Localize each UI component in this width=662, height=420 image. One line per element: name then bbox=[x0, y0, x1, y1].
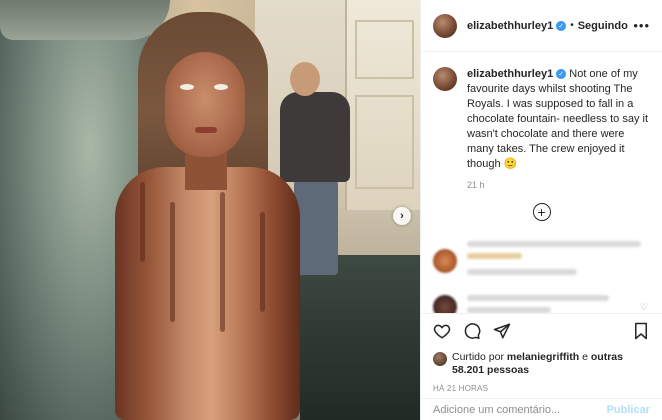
commenter-avatar-blurred bbox=[433, 295, 457, 313]
ellipsis-icon[interactable]: ••• bbox=[633, 18, 650, 33]
caption-body: Not one of my favourite days whilst shoo… bbox=[467, 68, 649, 170]
load-more-comments[interactable]: + bbox=[433, 203, 650, 221]
comment-text-blurred bbox=[467, 295, 634, 313]
verified-badge-icon: ✓ bbox=[556, 20, 567, 31]
share-icon[interactable] bbox=[493, 322, 511, 340]
verified-badge-icon: ✓ bbox=[556, 69, 567, 80]
heart-icon[interactable]: ♡ bbox=[640, 302, 650, 312]
chevron-right-icon: › bbox=[400, 210, 404, 222]
likes-conjunction: e bbox=[579, 351, 591, 363]
comment-item-blurred: ♡ bbox=[433, 295, 650, 313]
post-caption: elizabethhurley1 ✓ Not one of my favourit… bbox=[433, 67, 650, 172]
instagram-post: › elizabethhurley1 ✓ • Seguindo ••• eliz… bbox=[0, 0, 662, 420]
comment-icon[interactable] bbox=[463, 322, 481, 340]
heart-icon[interactable] bbox=[433, 322, 451, 340]
likes-prefix: Curtido por bbox=[452, 351, 507, 363]
publish-button[interactable]: Publicar bbox=[607, 404, 650, 416]
post-header: elizabethhurley1 ✓ • Seguindo ••• bbox=[421, 0, 662, 52]
follow-status-button[interactable]: Seguindo bbox=[578, 20, 628, 32]
likes-summary: Curtido por melaniegriffith e outras 58.… bbox=[433, 351, 650, 377]
comment-input[interactable] bbox=[433, 403, 607, 416]
liker-username[interactable]: melaniegriffith bbox=[507, 351, 579, 363]
post-photo[interactable]: › bbox=[0, 0, 420, 420]
caption-avatar[interactable] bbox=[433, 67, 457, 91]
comment-item-blurred bbox=[433, 241, 650, 281]
author-avatar[interactable] bbox=[433, 13, 457, 38]
post-actions: Curtido por melaniegriffith e outras 58.… bbox=[421, 313, 662, 393]
caption-text: elizabethhurley1 ✓ Not one of my favourit… bbox=[467, 67, 650, 172]
likes-text: Curtido por melaniegriffith e outras 58.… bbox=[452, 351, 650, 377]
comments-section[interactable]: elizabethhurley1 ✓ Not one of my favourit… bbox=[421, 53, 662, 313]
author-username[interactable]: elizabethhurley1 bbox=[467, 20, 553, 32]
add-comment-bar: Publicar bbox=[421, 398, 662, 420]
liker-avatar[interactable] bbox=[433, 352, 447, 366]
photo-subject bbox=[100, 12, 310, 420]
post-timestamp[interactable]: HÁ 21 HORAS bbox=[433, 384, 650, 393]
photo-bench bbox=[300, 255, 420, 420]
action-bar bbox=[433, 320, 650, 342]
caption-username[interactable]: elizabethhurley1 bbox=[467, 68, 553, 80]
comment-text-blurred bbox=[467, 241, 650, 281]
commenter-avatar-blurred bbox=[433, 249, 457, 273]
next-photo-button[interactable]: › bbox=[393, 207, 411, 225]
bookmark-icon[interactable] bbox=[632, 322, 650, 340]
header-separator: • bbox=[570, 20, 574, 31]
caption-time: 21 h bbox=[467, 180, 485, 190]
post-side-panel: elizabethhurley1 ✓ • Seguindo ••• elizab… bbox=[420, 0, 662, 420]
plus-circle-icon[interactable]: + bbox=[532, 203, 551, 221]
